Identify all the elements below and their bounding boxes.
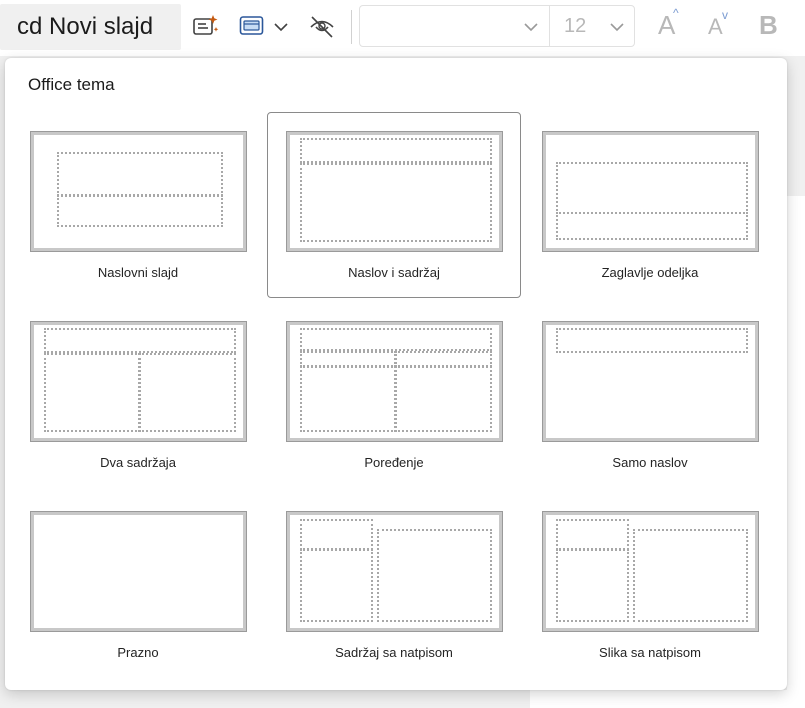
title-placeholder: [300, 138, 492, 163]
right-content-placeholder: [139, 353, 236, 432]
layout-comparison[interactable]: Poređenje: [267, 302, 521, 488]
layout-thumbnail: [286, 511, 503, 632]
layout-thumbnail: [542, 321, 759, 442]
content-placeholder: [300, 163, 492, 242]
right-content-placeholder: [395, 366, 492, 432]
chevron-down-icon[interactable]: [273, 20, 289, 38]
background-panel: [787, 56, 805, 196]
layout-label: Prazno: [117, 645, 159, 660]
layout-title-and-content[interactable]: Naslov i sadržaj: [267, 112, 521, 298]
title-placeholder: [57, 152, 223, 196]
designer-icon[interactable]: [192, 14, 220, 45]
layout-label: Dva sadržaja: [100, 455, 176, 470]
title-placeholder: [44, 328, 236, 353]
font-name-chevron-icon[interactable]: [523, 20, 539, 38]
left-heading-placeholder: [300, 351, 396, 367]
new-slide-button[interactable]: cd Novi slajd: [0, 4, 181, 50]
subtitle-placeholder: [57, 195, 223, 227]
layout-content-with-caption[interactable]: Sadržaj sa natpisom: [267, 492, 521, 678]
layout-title-only[interactable]: Samo naslov: [523, 302, 777, 488]
text-placeholder: [556, 212, 748, 240]
layout-blank[interactable]: Prazno: [11, 492, 265, 678]
title-placeholder: [300, 328, 492, 351]
layouts-popup: Office tema Naslovni slajd Naslov i sadr…: [5, 58, 787, 690]
left-content-placeholder: [44, 353, 140, 432]
layout-picture-with-caption[interactable]: Slika sa natpisom: [523, 492, 777, 678]
shrink-font-label: A: [708, 14, 723, 39]
caption-text-placeholder: [300, 549, 373, 622]
layout-label: Naslovni slajd: [97, 265, 179, 280]
title-placeholder: [556, 328, 748, 353]
toolbar-separator: [351, 10, 352, 44]
font-size-input[interactable]: 12: [564, 6, 586, 46]
picture-placeholder: [633, 529, 748, 622]
shrink-font-button[interactable]: A v: [708, 8, 728, 40]
caption-title-placeholder: [556, 519, 629, 550]
layout-icon[interactable]: [239, 15, 265, 42]
font-box-divider: [549, 6, 550, 46]
background-canvas-bottom: [530, 690, 805, 708]
layout-two-content[interactable]: Dva sadržaja: [11, 302, 265, 488]
layout-thumbnail: [286, 131, 503, 252]
layout-section-header[interactable]: Zaglavlje odeljka: [523, 112, 777, 298]
popup-title: Office tema: [28, 75, 115, 94]
grow-font-button[interactable]: A ^: [658, 6, 679, 41]
layout-title-slide[interactable]: Naslovni slajd: [11, 112, 265, 298]
hide-slide-icon[interactable]: [308, 14, 336, 45]
layout-label: Samo naslov: [612, 455, 688, 470]
font-size-chevron-icon[interactable]: [609, 20, 625, 38]
caption-title-placeholder: [300, 519, 373, 550]
layout-label: Zaglavlje odeljka: [601, 265, 699, 280]
left-content-placeholder: [300, 366, 396, 432]
layout-label: Sadržaj sa natpisom: [335, 645, 453, 660]
font-name-input[interactable]: [368, 6, 518, 46]
title-placeholder: [556, 162, 748, 214]
layout-thumbnail: [542, 131, 759, 252]
layout-thumbnail: [30, 321, 247, 442]
ribbon-toolbar: cd Novi slajd 12 A ^ A v B: [0, 0, 805, 56]
layout-thumbnail: [286, 321, 503, 442]
content-placeholder: [377, 529, 492, 622]
layout-thumbnail: [30, 511, 247, 632]
caption-text-placeholder: [556, 549, 629, 622]
layout-label: Slika sa natpisom: [599, 645, 701, 660]
new-slide-label: cd Novi slajd: [17, 13, 154, 40]
font-picker-group: 12: [359, 5, 635, 47]
layout-thumbnail: [30, 131, 247, 252]
background-canvas: [787, 196, 805, 708]
layout-thumbnail: [542, 511, 759, 632]
bold-button[interactable]: B: [759, 10, 778, 41]
layout-label: Naslov i sadržaj: [348, 265, 440, 280]
caret-up-icon: ^: [673, 6, 679, 20]
caret-down-icon: v: [722, 8, 728, 22]
right-heading-placeholder: [395, 351, 492, 367]
layout-label: Poređenje: [364, 455, 424, 470]
